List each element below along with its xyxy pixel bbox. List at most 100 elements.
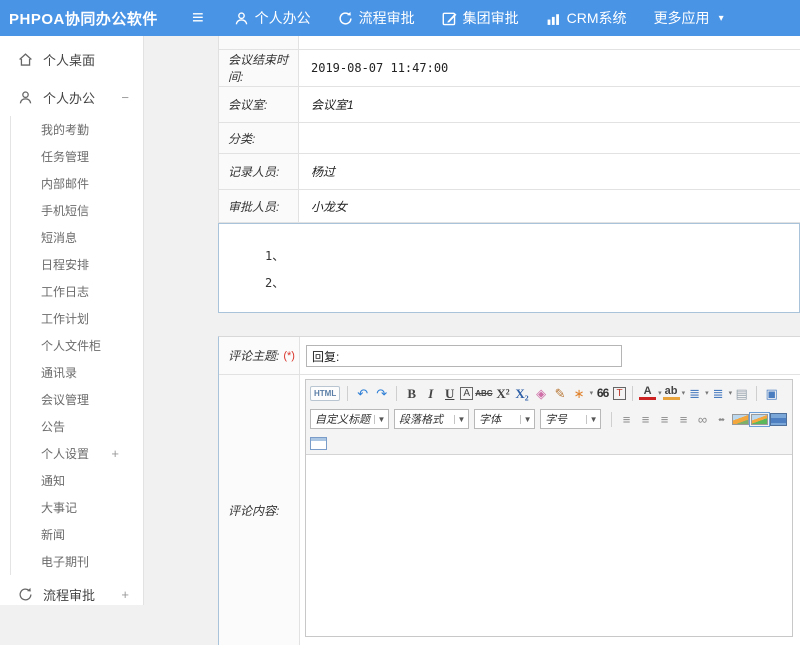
paste-text-icon[interactable]: T xyxy=(613,387,626,400)
sidebar-subitem-label: 工作计划 xyxy=(41,310,119,327)
sidebar-subitem[interactable]: 工作计划 xyxy=(11,305,143,332)
chevron-down-icon[interactable]: ▾ xyxy=(719,13,724,24)
hamburger-menu-icon[interactable]: ≡ xyxy=(192,8,204,28)
align-left-icon[interactable]: ≡ xyxy=(618,410,635,428)
nav-personal-office[interactable]: 个人办公 xyxy=(234,8,311,28)
italic-icon[interactable]: I xyxy=(422,384,439,402)
sidebar-subitem[interactable]: 短消息 xyxy=(11,224,143,251)
undo-icon[interactable]: ↶ xyxy=(354,384,371,402)
nav-crm-system[interactable]: CRM系统 xyxy=(546,8,627,28)
sidebar-subitem[interactable]: 通知 xyxy=(11,467,143,494)
chevron-down-icon[interactable]: ▼ xyxy=(454,415,468,424)
toolbar-separator xyxy=(347,386,348,401)
subscript-icon[interactable]: X₂ xyxy=(514,384,531,402)
sidebar-subitem[interactable]: 新闻 xyxy=(11,521,143,548)
sidebar-subitem[interactable]: 大事记 xyxy=(11,494,143,521)
align-center-icon[interactable]: ≡ xyxy=(637,410,654,428)
meeting-content-box: 1、2、 xyxy=(218,223,800,313)
insert-table-icon[interactable] xyxy=(310,437,327,450)
sidebar-subitem[interactable]: 电子期刊 xyxy=(11,548,143,575)
form-row-label: 分类: xyxy=(219,123,299,153)
expand-icon[interactable]: + xyxy=(121,587,129,602)
editor-toolbar-row3 xyxy=(306,432,792,454)
align-justify-icon[interactable]: ≡ xyxy=(675,410,692,428)
nav-group-approval[interactable]: 集团审批 xyxy=(442,8,519,28)
editor-select-0[interactable]: 自定义标题▼ xyxy=(310,409,389,429)
sidebar-subitem[interactable]: 内部邮件 xyxy=(11,170,143,197)
redo-icon[interactable]: ↷ xyxy=(373,384,390,402)
sidebar-subitem[interactable]: 手机短信 xyxy=(11,197,143,224)
html-source-button[interactable]: HTML xyxy=(310,386,340,401)
ordered-list-icon[interactable]: ≣ xyxy=(686,384,703,402)
sidebar-subitem-label: 我的考勤 xyxy=(41,121,119,138)
chevron-down-icon[interactable]: ▼ xyxy=(374,415,388,424)
sidebar-subitem[interactable]: 日程安排 xyxy=(11,251,143,278)
bold-icon[interactable]: B xyxy=(403,384,420,402)
strikethrough-icon[interactable]: ABC xyxy=(475,384,492,402)
sidebar-subitem-label: 通知 xyxy=(41,472,119,489)
sidebar-subitem[interactable]: 我的考勤 xyxy=(11,116,143,143)
align-right-icon[interactable]: ≡ xyxy=(656,410,673,428)
blockquote-icon[interactable]: 66 xyxy=(594,384,611,402)
chevron-down-icon[interactable]: ▼ xyxy=(586,415,600,424)
sidebar-subitem[interactable]: 工作日志 xyxy=(11,278,143,305)
font-color-icon-caret[interactable]: ▾ xyxy=(658,389,662,397)
rich-text-editor: HTML ↶↷BIUAABCX²X₂◈✎∗▾66TA▾ab▾≣▾≣▾▤▣ 自定义… xyxy=(305,379,793,637)
sidebar-item-workflow-approval[interactable]: 流程审批 + xyxy=(0,575,143,613)
font-color-icon[interactable]: A xyxy=(639,386,656,400)
comment-subject-label: 评论主题: (*) xyxy=(219,337,300,374)
underline-icon[interactable]: U xyxy=(441,384,458,402)
sidebar-subitem-label: 短消息 xyxy=(41,229,119,246)
form-row-label: 审批人员: xyxy=(219,190,299,222)
autotypeset-icon[interactable]: ∗ xyxy=(571,384,588,402)
superscript-icon[interactable]: X² xyxy=(495,384,512,402)
sidebar-subitem[interactable]: 个人文件柜 xyxy=(11,332,143,359)
collapse-icon[interactable]: − xyxy=(121,90,129,105)
highlight-color-icon[interactable]: ab xyxy=(663,386,680,400)
preview-icon[interactable]: ▣ xyxy=(763,384,780,402)
sidebar-subitem-label: 会议管理 xyxy=(41,391,119,408)
editor-body[interactable] xyxy=(306,454,792,636)
sidebar-subitem[interactable]: 会议管理 xyxy=(11,386,143,413)
select-label: 字体 xyxy=(475,411,520,427)
comment-subject-input[interactable] xyxy=(306,345,622,367)
sidebar-subitem[interactable]: 任务管理 xyxy=(11,143,143,170)
insert-image-icon[interactable] xyxy=(751,414,768,425)
image-icon[interactable] xyxy=(732,414,749,425)
sidebar-item-label: 流程审批 xyxy=(43,585,111,604)
expand-icon[interactable]: + xyxy=(111,446,119,461)
sidebar-item-desktop[interactable]: 个人桌面 xyxy=(0,40,143,78)
nav-more-apps[interactable]: 更多应用 xyxy=(654,8,710,28)
new-doc-icon[interactable]: ▤ xyxy=(733,384,750,402)
nav-workflow-approval[interactable]: 流程审批 xyxy=(338,8,415,28)
form-row-label: 会议结束时间: xyxy=(219,50,299,86)
editor-select-2[interactable]: 字体▼ xyxy=(474,409,535,429)
sidebar-subitem[interactable]: 通讯录 xyxy=(11,359,143,386)
autotypeset-icon-caret[interactable]: ▾ xyxy=(590,389,594,397)
media-icon[interactable] xyxy=(770,413,787,426)
form-row-value: 小龙女 xyxy=(299,190,800,222)
main-content: 会议结束时间:2019-08-07 11:47:00会议室:会议室1分类:记录人… xyxy=(145,36,800,605)
nav-label: 流程审批 xyxy=(359,8,415,28)
comment-form-table: 评论主题: (*) 评论内容: HTML ↶↷BIUAABCX²X₂◈✎∗▾66… xyxy=(218,336,800,645)
sidebar-subitem[interactable]: 个人设置+ xyxy=(11,440,143,467)
nav-label: 集团审批 xyxy=(463,8,519,28)
link-icon[interactable]: ∞ xyxy=(694,410,711,428)
char-border-icon[interactable]: A xyxy=(460,387,473,400)
sidebar-subitem[interactable]: 公告 xyxy=(11,413,143,440)
unordered-list-icon-caret[interactable]: ▾ xyxy=(729,389,733,397)
editor-select-3[interactable]: 字号▼ xyxy=(540,409,601,429)
sidebar-item-personal-office[interactable]: 个人办公 − xyxy=(0,78,143,116)
editor-select-1[interactable]: 段落格式▼ xyxy=(394,409,469,429)
unordered-list-icon[interactable]: ≣ xyxy=(710,384,727,402)
cycle-icon xyxy=(338,11,353,26)
highlight-color-icon-caret[interactable]: ▾ xyxy=(682,389,686,397)
sidebar-item-label: 个人桌面 xyxy=(43,50,129,69)
chevron-down-icon[interactable]: ▼ xyxy=(520,415,534,424)
format-brush-icon[interactable]: ✎ xyxy=(552,384,569,402)
ordered-list-icon-caret[interactable]: ▾ xyxy=(705,389,709,397)
eraser-icon[interactable]: ◈ xyxy=(533,384,550,402)
unlink-icon[interactable]: ∞ xyxy=(713,410,730,428)
sidebar-subitem-label: 通讯录 xyxy=(41,364,119,381)
meeting-detail-table: 会议结束时间:2019-08-07 11:47:00会议室:会议室1分类:记录人… xyxy=(218,36,800,223)
